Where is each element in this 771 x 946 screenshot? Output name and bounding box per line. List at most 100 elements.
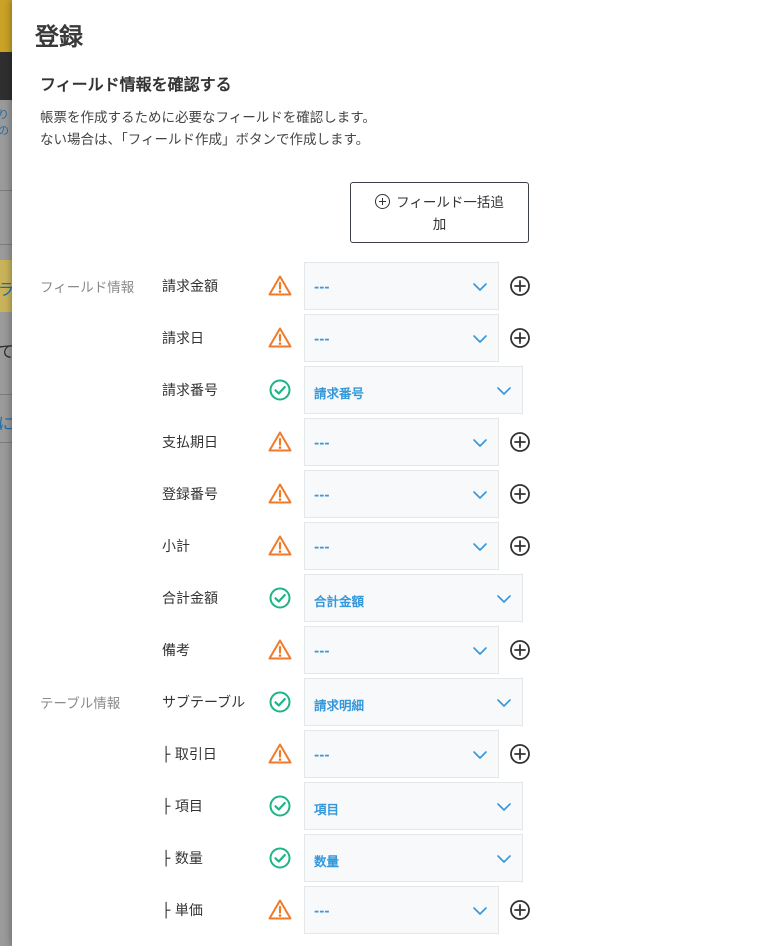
field-select-value: ---: [314, 331, 330, 346]
field-select-value: ---: [314, 643, 330, 658]
registration-panel: 登録 フィールド情報を確認する 帳票を作成するために必要なフィールドを確認します…: [12, 0, 771, 946]
field-select[interactable]: ---: [304, 262, 499, 310]
check-circle-icon: [268, 378, 292, 402]
field-select-value: 請求明細: [314, 698, 365, 713]
plus-circle-icon: [375, 194, 391, 209]
warning-icon: [268, 274, 292, 298]
chevron-down-icon: [496, 383, 512, 399]
add-field-icon[interactable]: [508, 482, 532, 506]
field-name: 合計金額: [162, 591, 218, 607]
field-row: 支払期日 ---: [12, 418, 771, 466]
field-select-value: ---: [314, 747, 330, 762]
field-select[interactable]: ---: [304, 626, 499, 674]
description: 帳票を作成するために必要なフィールドを確認します。 ない場合は、「フィールド作成…: [40, 107, 376, 151]
field-select[interactable]: 合計金額: [304, 574, 523, 622]
field-select-value: ---: [314, 435, 330, 450]
add-field-icon[interactable]: [508, 326, 532, 350]
add-field-icon[interactable]: [508, 742, 532, 766]
chevron-down-icon: [472, 331, 488, 347]
field-select[interactable]: 項目: [304, 782, 523, 830]
field-select[interactable]: 数量: [304, 834, 523, 882]
field-select[interactable]: ---: [304, 522, 499, 570]
background-page: りの ラ て に: [0, 0, 12, 946]
field-select-value: ---: [314, 279, 330, 294]
chevron-down-icon: [472, 487, 488, 503]
chevron-down-icon: [472, 643, 488, 659]
field-row: 小計 ---: [12, 522, 771, 570]
chevron-down-icon: [472, 747, 488, 763]
description-line: ない場合は、「フィールド作成」ボタンで作成します。: [40, 132, 370, 148]
field-select-value: ---: [314, 539, 330, 554]
field-row: 請求金額 ---: [12, 262, 771, 310]
field-select-value: ---: [314, 487, 330, 502]
field-row: 請求番号 請求番号: [12, 366, 771, 414]
chevron-down-icon: [496, 799, 512, 815]
check-circle-icon: [268, 586, 292, 610]
add-field-icon[interactable]: [508, 898, 532, 922]
field-name: ├ 数量: [162, 851, 203, 867]
background-text-fragment: ラ: [0, 280, 12, 299]
warning-icon: [268, 638, 292, 662]
field-select[interactable]: 請求明細: [304, 678, 523, 726]
field-row: ├ 数量 数量: [12, 834, 771, 882]
chevron-down-icon: [496, 695, 512, 711]
description-line: 帳票を作成するために必要なフィールドを確認します。: [40, 110, 376, 126]
background-text-fragment: りの: [0, 108, 9, 137]
field-select-value: 合計金額: [314, 594, 365, 609]
warning-icon: [268, 326, 292, 350]
chevron-down-icon: [472, 435, 488, 451]
field-select[interactable]: ---: [304, 886, 499, 934]
warning-icon: [268, 534, 292, 558]
chevron-down-icon: [472, 539, 488, 555]
bulk-add-fields-button[interactable]: フィールド一括追 加: [350, 182, 529, 243]
field-name: ├ 取引日: [162, 747, 217, 763]
field-name: ├ 項目: [162, 799, 203, 815]
field-name: 備考: [162, 643, 190, 659]
chevron-down-icon: [496, 851, 512, 867]
add-field-icon[interactable]: [508, 638, 532, 662]
warning-icon: [268, 482, 292, 506]
field-select[interactable]: ---: [304, 730, 499, 778]
field-row: サブテーブル 請求明細: [12, 678, 771, 726]
check-circle-icon: [268, 690, 292, 714]
field-name: 請求金額: [162, 279, 218, 295]
field-select-value: ---: [314, 903, 330, 918]
field-name: サブテーブル: [162, 695, 246, 711]
add-field-icon[interactable]: [508, 430, 532, 454]
field-row: 合計金額 合計金額: [12, 574, 771, 622]
warning-icon: [268, 742, 292, 766]
warning-icon: [268, 898, 292, 922]
field-row: 備考 ---: [12, 626, 771, 674]
background-text-fragment: に: [0, 414, 12, 433]
field-select[interactable]: ---: [304, 418, 499, 466]
check-circle-icon: [268, 846, 292, 870]
field-name: 支払期日: [162, 435, 218, 451]
field-row: 登録番号 ---: [12, 470, 771, 518]
field-name: ├ 単価: [162, 903, 203, 919]
check-circle-icon: [268, 794, 292, 818]
background-text-fragment: て: [0, 342, 12, 361]
panel-title: 登録: [35, 23, 83, 51]
chevron-down-icon: [496, 591, 512, 607]
field-name: 登録番号: [162, 487, 218, 503]
field-row: ├ 単価 ---: [12, 886, 771, 934]
field-row: 請求日 ---: [12, 314, 771, 362]
warning-icon: [268, 430, 292, 454]
field-select[interactable]: 請求番号: [304, 366, 523, 414]
field-name: 請求日: [162, 331, 204, 347]
field-select-value: 数量: [314, 854, 340, 869]
add-field-icon[interactable]: [508, 274, 532, 298]
field-row: ├ 項目 項目: [12, 782, 771, 830]
bulk-add-label: フィールド一括追: [396, 195, 504, 211]
field-select-value: 請求番号: [314, 386, 365, 401]
field-select-value: 項目: [314, 802, 340, 817]
section-heading: フィールド情報を確認する: [40, 75, 232, 94]
field-select[interactable]: ---: [304, 314, 499, 362]
field-select[interactable]: ---: [304, 470, 499, 518]
field-row: ├ 取引日 ---: [12, 730, 771, 778]
add-field-icon[interactable]: [508, 534, 532, 558]
field-name: 請求番号: [162, 383, 218, 399]
chevron-down-icon: [472, 279, 488, 295]
chevron-down-icon: [472, 903, 488, 919]
field-name: 小計: [162, 539, 190, 555]
